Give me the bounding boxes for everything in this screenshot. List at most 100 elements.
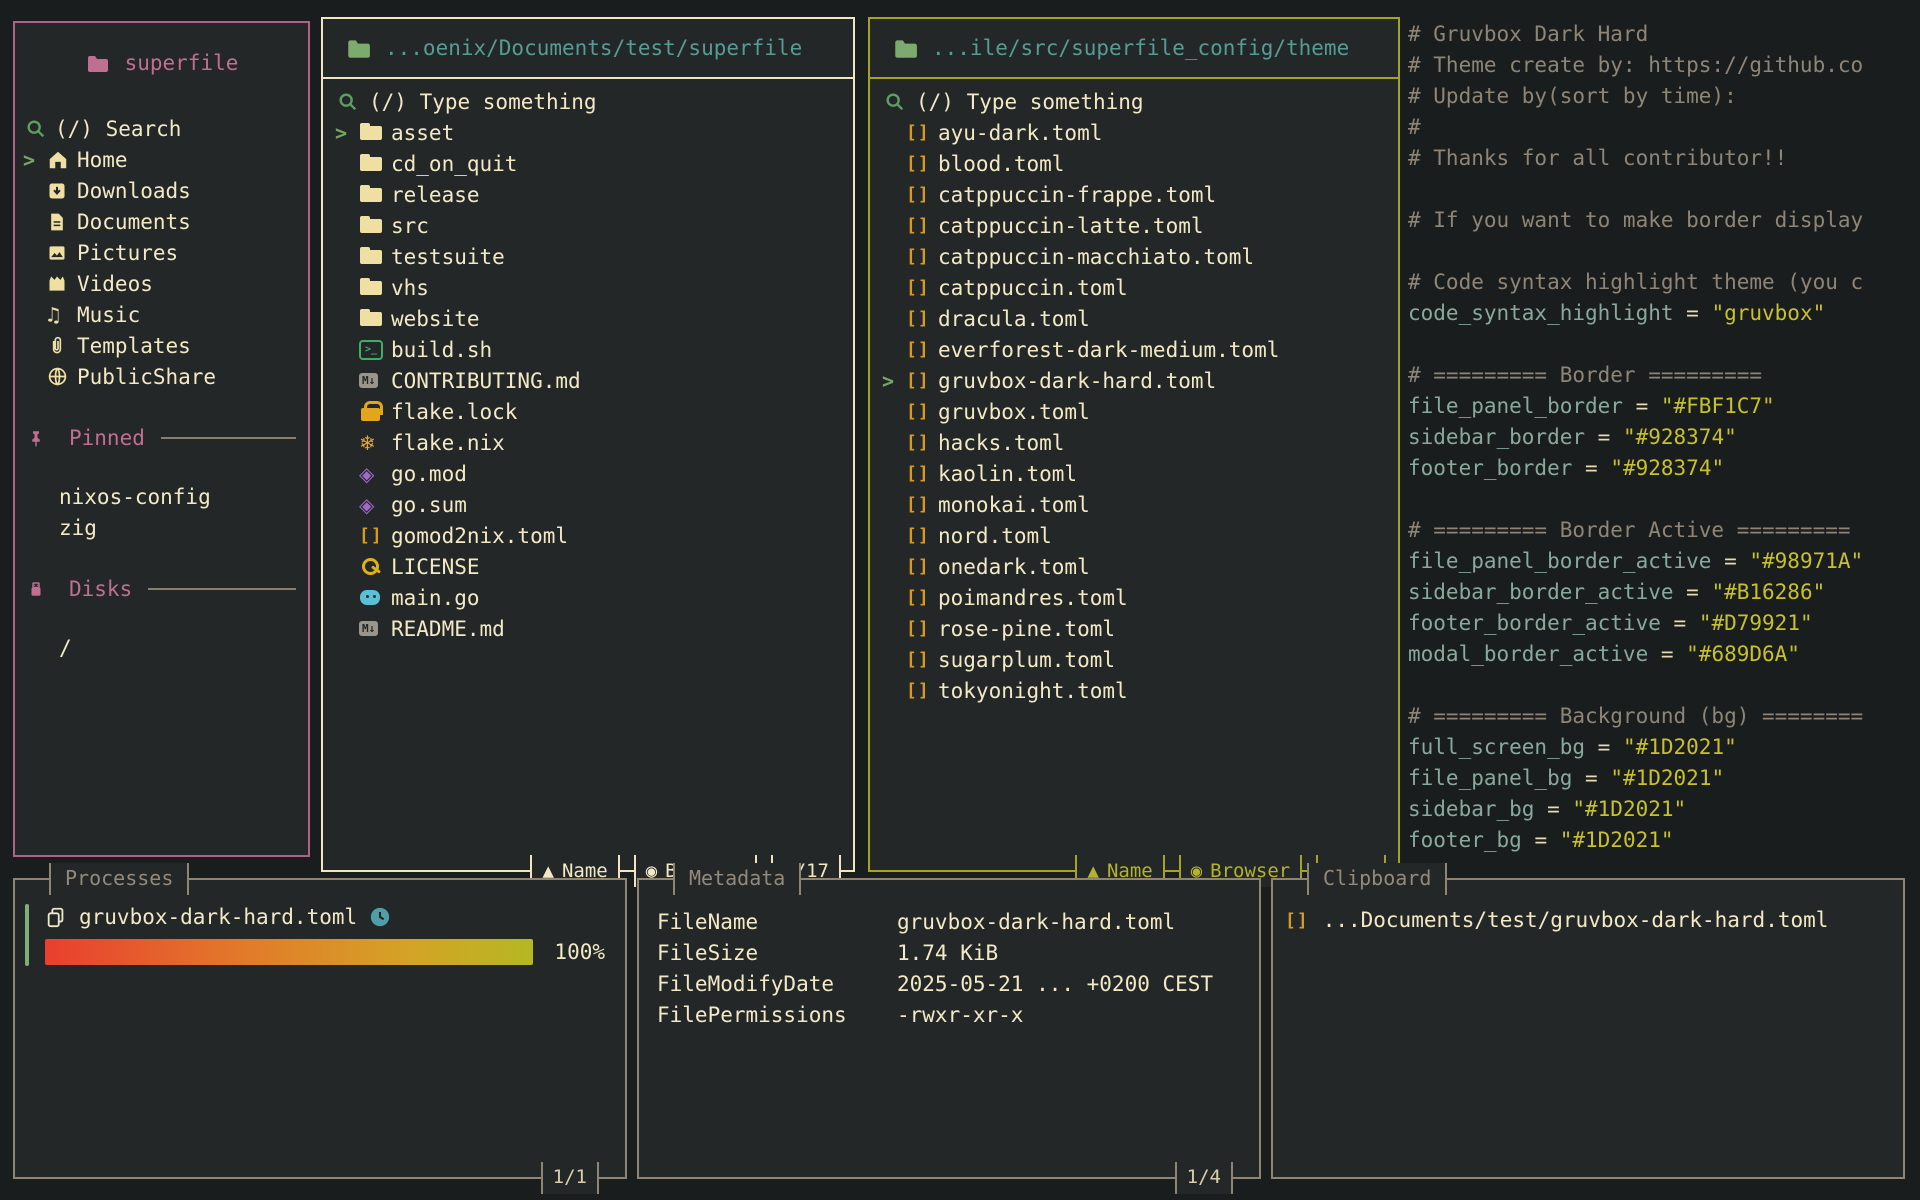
metadata-row: FileName gruvbox-dark-hard.toml xyxy=(639,906,1259,937)
file-row[interactable]: release xyxy=(323,179,853,210)
file-row[interactable]: website xyxy=(323,303,853,334)
file-icon xyxy=(359,303,391,334)
file-name: build.sh xyxy=(391,338,492,362)
pinned-item[interactable]: nixos-config xyxy=(15,481,308,512)
file-name: nord.toml xyxy=(938,524,1052,548)
clipboard-item[interactable]: [] ...Documents/test/gruvbox-dark-hard.t… xyxy=(1273,908,1903,932)
file-name: release xyxy=(391,183,480,207)
app-title: superfile xyxy=(15,45,308,81)
file-row[interactable]: monokai.toml xyxy=(870,489,1398,520)
file-name: website xyxy=(391,307,480,331)
progress-percent: 100% xyxy=(554,940,607,964)
file-name: testsuite xyxy=(391,245,505,269)
metadata-value: -rwxr-xr-x xyxy=(897,1003,1023,1027)
sidebar-item-label: Videos xyxy=(77,272,153,296)
file-row[interactable]: LICENSE xyxy=(323,551,853,582)
preview-line: # Theme create by: https://github.co xyxy=(1408,53,1920,84)
file-row[interactable]: catppuccin-frappe.toml xyxy=(870,179,1398,210)
file-name: monokai.toml xyxy=(938,493,1090,517)
file-row[interactable]: nord.toml xyxy=(870,520,1398,551)
disk-item[interactable]: / xyxy=(15,632,308,663)
file-name: tokyonight.toml xyxy=(938,679,1128,703)
metadata-counter: 1/4 xyxy=(1175,1162,1233,1194)
file-row[interactable]: testsuite xyxy=(323,241,853,272)
metadata-row: FilePermissions -rwxr-xr-x xyxy=(639,999,1259,1030)
file-row[interactable]: CONTRIBUTING.md xyxy=(323,365,853,396)
file-row[interactable]: kaolin.toml xyxy=(870,458,1398,489)
file-row[interactable]: src xyxy=(323,210,853,241)
file-row[interactable]: rose-pine.toml xyxy=(870,613,1398,644)
file-name: gomod2nix.toml xyxy=(391,524,568,548)
pin-icon xyxy=(27,429,57,447)
sidebar-item-videos[interactable]: Videos xyxy=(15,268,308,299)
file-row[interactable]: everforest-dark-medium.toml xyxy=(870,334,1398,365)
file-row[interactable]: hacks.toml xyxy=(870,427,1398,458)
paperclip-icon xyxy=(47,336,77,356)
sidebar-item-home[interactable]: > Home xyxy=(15,144,308,175)
file-name: catppuccin.toml xyxy=(938,276,1128,300)
file-name: blood.toml xyxy=(938,152,1064,176)
file-row[interactable]: sugarplum.toml xyxy=(870,644,1398,675)
file-row[interactable]: tokyonight.toml xyxy=(870,675,1398,706)
file-row[interactable]: gomod2nix.toml xyxy=(323,520,853,551)
process-item[interactable]: gruvbox-dark-hard.toml 100% xyxy=(15,880,625,965)
file-name: kaolin.toml xyxy=(938,462,1077,486)
file-icon xyxy=(906,334,938,365)
sidebar-item-publicshare[interactable]: PublicShare xyxy=(15,361,308,392)
preview-line: # Code syntax highlight theme (you c xyxy=(1408,270,1920,301)
file-row[interactable]: dracula.toml xyxy=(870,303,1398,334)
file-icon xyxy=(906,210,938,241)
file-row[interactable]: catppuccin.toml xyxy=(870,272,1398,303)
file-row[interactable]: go.mod xyxy=(323,458,853,489)
file-row[interactable]: onedark.toml xyxy=(870,551,1398,582)
file-name: go.mod xyxy=(391,462,467,486)
file-icon xyxy=(359,520,391,551)
file-icon xyxy=(906,489,938,520)
file-row[interactable]: flake.lock xyxy=(323,396,853,427)
preview-line xyxy=(1408,177,1920,208)
file-row[interactable]: README.md xyxy=(323,613,853,644)
search-icon xyxy=(25,118,55,140)
preview-line: footer_border = "#928374" xyxy=(1408,456,1920,487)
pinned-header-label: Pinned xyxy=(69,426,145,450)
progress-bar xyxy=(45,939,533,965)
file-row[interactable]: catppuccin-latte.toml xyxy=(870,210,1398,241)
sidebar-item-downloads[interactable]: Downloads xyxy=(15,175,308,206)
file-name: dracula.toml xyxy=(938,307,1090,331)
metadata-title: Metadata xyxy=(673,863,801,895)
selection-arrow: > xyxy=(333,121,359,145)
file-row[interactable]: blood.toml xyxy=(870,148,1398,179)
file-row[interactable]: build.sh xyxy=(323,334,853,365)
file-row[interactable]: ayu-dark.toml xyxy=(870,117,1398,148)
preview-line xyxy=(1408,487,1920,518)
sidebar-item-label: PublicShare xyxy=(77,365,216,389)
sidebar-search-input[interactable]: (/) Search xyxy=(15,113,308,144)
file-row[interactable]: main.go xyxy=(323,582,853,613)
panel-path: ...oenix/Documents/test/superfile xyxy=(385,36,802,60)
sidebar-item-music[interactable]: ♫ Music xyxy=(15,299,308,330)
preview-line xyxy=(1408,239,1920,270)
selection-arrow: > xyxy=(21,148,47,172)
sidebar-item-pictures[interactable]: Pictures xyxy=(15,237,308,268)
file-row[interactable]: cd_on_quit xyxy=(323,148,853,179)
file-row[interactable]: > asset xyxy=(323,117,853,148)
panel-search-input[interactable]: (/) Type something xyxy=(870,86,1398,117)
file-row[interactable]: vhs xyxy=(323,272,853,303)
pinned-item[interactable]: zig xyxy=(15,512,308,543)
file-row[interactable]: catppuccin-macchiato.toml xyxy=(870,241,1398,272)
sidebar-item-templates[interactable]: Templates xyxy=(15,330,308,361)
file-row[interactable]: go.sum xyxy=(323,489,853,520)
file-panel-2-active: ...ile/src/superfile_config/theme (/) Ty… xyxy=(868,17,1400,872)
file-row[interactable]: flake.nix xyxy=(323,427,853,458)
file-icon xyxy=(359,272,391,303)
file-row[interactable]: poimandres.toml xyxy=(870,582,1398,613)
file-name: README.md xyxy=(391,617,505,641)
sidebar-item-documents[interactable]: Documents xyxy=(15,206,308,237)
file-name: hacks.toml xyxy=(938,431,1064,455)
file-icon xyxy=(906,427,938,458)
panel-search-input[interactable]: (/) Type something xyxy=(323,86,853,117)
file-name: onedark.toml xyxy=(938,555,1090,579)
preview-line: footer_bg = "#1D2021" xyxy=(1408,828,1920,859)
file-row[interactable]: gruvbox.toml xyxy=(870,396,1398,427)
file-row[interactable]: > gruvbox-dark-hard.toml xyxy=(870,365,1398,396)
